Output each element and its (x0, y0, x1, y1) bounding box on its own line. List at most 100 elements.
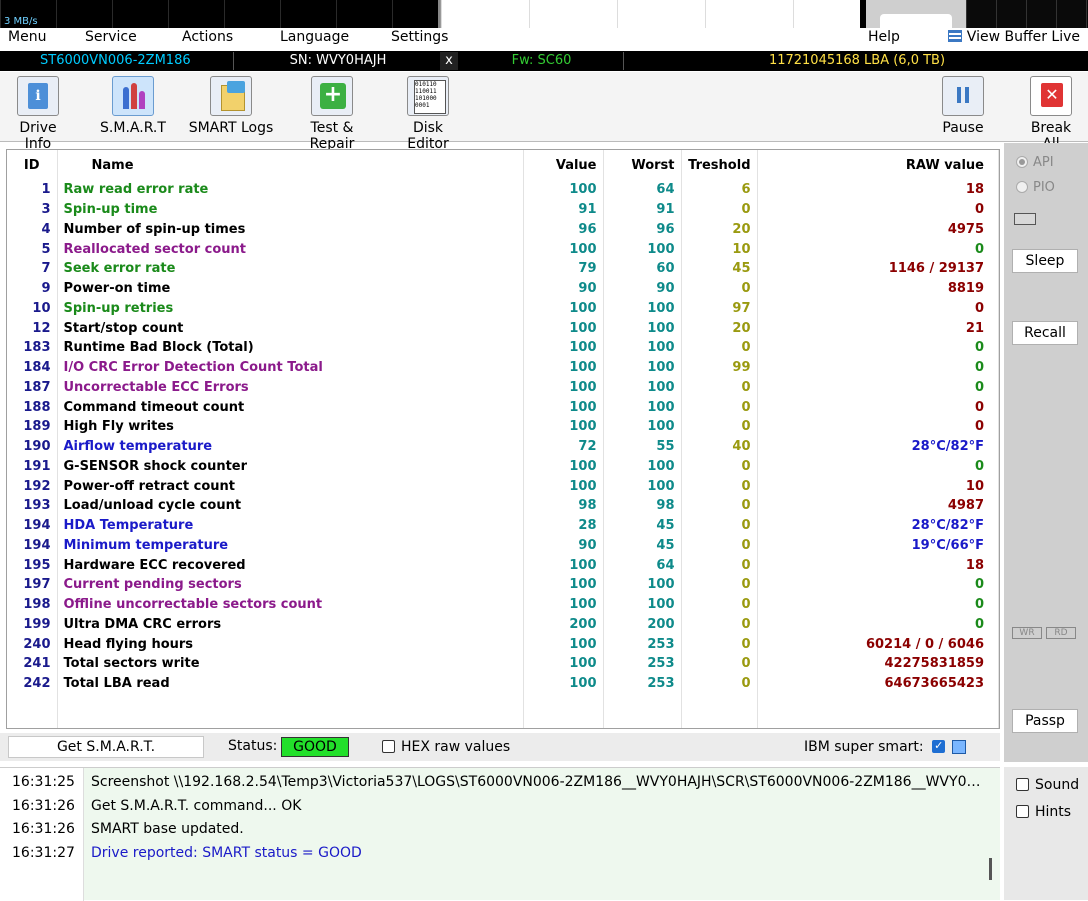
disk-editor-button[interactable]: Disk Editor (392, 76, 464, 152)
cell-id: 197 (7, 575, 58, 595)
table-row[interactable]: 199 Ultra DMA CRC errors 200 200 0 0 (7, 614, 999, 635)
status-label: Status: (228, 738, 278, 754)
cell-raw: 60214 / 0 / 6046 (757, 634, 999, 654)
table-row[interactable]: 193 Load/unload cycle count 98 98 0 4987 (7, 496, 999, 516)
ibm-super-smart-checkbox[interactable]: IBM super smart: (804, 739, 951, 755)
table-row[interactable]: 4 Number of spin-up times 96 96 20 4975 (7, 219, 999, 240)
cell-treshold: 97 (681, 298, 758, 319)
radio-icon (1016, 181, 1028, 193)
empty-cell (57, 693, 524, 714)
cell-id: 241 (7, 654, 58, 674)
table-row[interactable]: 189 High Fly writes 100 100 0 0 (7, 417, 999, 437)
menu-help[interactable]: Help (868, 29, 900, 45)
menu-actions[interactable]: Actions (182, 29, 233, 45)
cell-worst: 64 (603, 180, 682, 200)
get-smart-button[interactable]: Get S.M.A.R.T. (8, 736, 204, 758)
cell-value: 100 (523, 180, 604, 200)
smart-table-panel[interactable]: ID Name Value Worst Treshold RAW value 1… (6, 149, 1000, 729)
col-id[interactable]: ID (7, 150, 58, 180)
cell-id: 187 (7, 377, 58, 398)
hex-raw-checkbox[interactable]: HEX raw values (382, 739, 510, 755)
cell-value: 100 (523, 594, 604, 615)
passp-button[interactable]: Passp (1012, 709, 1078, 733)
table-row[interactable]: 188 Command timeout count 100 100 0 0 (7, 397, 999, 417)
ibm-super-smart-label: IBM super smart: (804, 739, 924, 755)
col-treshold[interactable]: Treshold (681, 150, 758, 180)
table-header-row: ID Name Value Worst Treshold RAW value (7, 150, 999, 180)
col-name[interactable]: Name (57, 150, 524, 180)
table-row[interactable]: 241 Total sectors write 100 253 0 42275831859 (7, 654, 999, 674)
table-row[interactable]: 12 Start/stop count 100 100 20 21 (7, 318, 999, 338)
cell-worst: 60 (603, 259, 682, 279)
table-row[interactable]: 184 I/O CRC Error Detection Count Total 10… (7, 357, 999, 378)
menu-settings[interactable]: Settings (391, 29, 448, 45)
smart-button[interactable]: S.M.A.R.T (96, 76, 170, 136)
col-worst[interactable]: Worst (603, 150, 682, 180)
sleep-button[interactable]: Sleep (1012, 249, 1078, 273)
pause-button[interactable]: Pause (938, 76, 988, 136)
cell-value: 100 (523, 239, 604, 259)
table-row[interactable]: 183 Runtime Bad Block (Total) 100 100 0 0 (7, 338, 999, 358)
table-row[interactable]: 187 Uncorrectable ECC Errors 100 100 0 0 (7, 377, 999, 398)
table-row[interactable]: 242 Total LBA read 100 253 0 64673665423 (7, 673, 999, 694)
menu-language[interactable]: Language (280, 29, 349, 45)
drive-model[interactable]: ST6000VN006-2ZM186 (0, 52, 234, 70)
pio-radio[interactable]: PIO (1016, 180, 1055, 195)
cell-value: 90 (523, 278, 604, 299)
cell-id: 191 (7, 456, 58, 477)
cell-raw: 0 (757, 338, 999, 358)
hints-checkbox[interactable]: Hints (1016, 804, 1071, 820)
cell-treshold: 10 (681, 239, 758, 259)
view-buffer-live[interactable]: View Buffer Live (947, 29, 1080, 45)
cell-value: 100 (523, 357, 604, 378)
table-row[interactable]: 197 Current pending sectors 100 100 0 0 (7, 575, 999, 595)
col-value[interactable]: Value (523, 150, 604, 180)
drive-info-button[interactable]: Drive Info (6, 76, 70, 152)
table-row[interactable]: 195 Hardware ECC recovered 100 64 0 18 (7, 555, 999, 575)
table-row[interactable]: 3 Spin-up time 91 91 0 0 (7, 199, 999, 220)
sound-checkbox[interactable]: Sound (1016, 777, 1079, 793)
speed-label: 3 MB/s (4, 16, 38, 27)
cell-name: Current pending sectors (57, 575, 524, 595)
table-row[interactable]: 9 Power-on time 90 90 0 8819 (7, 278, 999, 299)
cell-raw: 64673665423 (757, 673, 999, 694)
table-row[interactable]: 198 Offline uncorrectable sectors count 10… (7, 594, 999, 615)
cell-raw: 0 (757, 357, 999, 378)
table-row[interactable]: 1 Raw read error rate 100 64 6 18 (7, 180, 999, 200)
table-row[interactable]: 194 HDA Temperature 28 45 0 28°C/82°F (7, 515, 999, 536)
log-scrollbar[interactable] (989, 858, 992, 880)
cell-worst: 200 (603, 614, 682, 635)
table-row[interactable]: 192 Power-off retract count 100 100 0 10 (7, 476, 999, 496)
cell-raw: 0 (757, 594, 999, 615)
cell-name: High Fly writes (57, 417, 524, 437)
cell-worst: 96 (603, 219, 682, 240)
log-panel[interactable]: 16:31:25 Screenshot \\192.168.2.54\Temp3\… (0, 767, 1000, 901)
table-row[interactable]: 190 Airflow temperature 72 55 40 28°C/82°F (7, 436, 999, 457)
table-row[interactable]: 7 Seek error rate 79 60 45 1146 / 29137 (7, 259, 999, 279)
smart-label: S.M.A.R.T (100, 120, 166, 136)
test-repair-button[interactable]: Test & Repair (286, 76, 378, 152)
cell-treshold: 0 (681, 535, 758, 556)
cell-worst: 45 (603, 515, 682, 536)
smart-logs-button[interactable]: SMART Logs (188, 76, 274, 136)
cell-name: Spin-up retries (57, 298, 524, 319)
table-row[interactable]: 191 G-SENSOR shock counter 100 100 0 0 (7, 456, 999, 477)
table-row[interactable]: 10 Spin-up retries 100 100 97 0 (7, 298, 999, 319)
col-raw[interactable]: RAW value (757, 150, 999, 180)
recall-button[interactable]: Recall (1012, 321, 1078, 345)
table-row[interactable]: 5 Reallocated sector count 100 100 10 0 (7, 239, 999, 259)
empty-row (7, 693, 999, 714)
cell-name: Start/stop count (57, 318, 524, 338)
menu-menu[interactable]: Menu (8, 29, 46, 45)
close-drive-button[interactable]: x (440, 52, 458, 70)
cell-treshold: 0 (681, 575, 758, 595)
cell-treshold: 45 (681, 259, 758, 279)
api-radio[interactable]: API (1016, 155, 1054, 170)
table-row[interactable]: 194 Minimum temperature 90 45 0 19°C/66°F (7, 535, 999, 556)
table-row[interactable]: 240 Head flying hours 100 253 0 60214 / 0 / 6… (7, 634, 999, 654)
menu-service[interactable]: Service (85, 29, 137, 45)
color-square-button[interactable] (952, 740, 966, 754)
break-all-button[interactable]: Break All (1020, 76, 1082, 152)
log-time: 16:31:27 (12, 844, 75, 861)
cell-treshold: 0 (681, 654, 758, 674)
